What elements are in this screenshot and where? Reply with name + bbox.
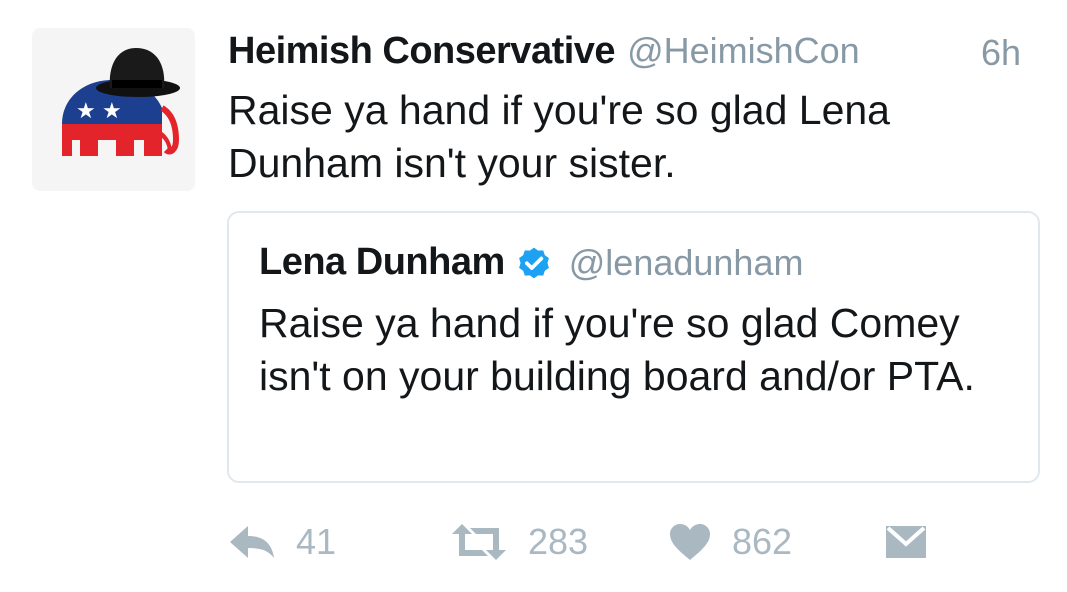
reply-count: 41 <box>296 521 337 562</box>
verified-badge-icon <box>515 244 553 282</box>
envelope-icon <box>886 526 926 558</box>
retweet-count: 283 <box>528 521 589 562</box>
tweet-timestamp[interactable]: 6h <box>981 32 1021 74</box>
quoted-tweet[interactable]: Lena Dunham @lenadunham Raise ya hand if… <box>227 211 1040 483</box>
author-handle[interactable]: @HeimishCon <box>627 30 860 72</box>
republican-elephant-icon: ★ ★ <box>62 48 180 156</box>
quoted-tweet-text: Raise ya hand if you're so glad Comey is… <box>259 300 975 399</box>
retweet-button[interactable]: 283 <box>450 514 588 570</box>
author-display-name[interactable]: Heimish Conservative <box>228 30 616 73</box>
quoted-tweet-header: Lena Dunham @lenadunham <box>259 241 803 284</box>
like-count: 862 <box>732 521 793 562</box>
avatar[interactable]: ★ ★ <box>32 28 195 191</box>
svg-text:★: ★ <box>76 99 96 124</box>
reply-icon <box>230 526 274 558</box>
quoted-author-handle: @lenadunham <box>568 241 804 283</box>
like-button[interactable]: 862 <box>668 514 792 570</box>
tweet-header: Heimish Conservative @HeimishCon 6h <box>228 30 1043 80</box>
svg-text:★: ★ <box>102 99 122 124</box>
retweet-icon <box>452 524 506 560</box>
quoted-author-display-name: Lena Dunham <box>259 241 505 283</box>
direct-message-button[interactable] <box>884 514 928 570</box>
tweet-text: Raise ya hand if you're so glad Lena Dun… <box>228 87 890 186</box>
reply-button[interactable]: 41 <box>228 514 336 570</box>
tweet-actions: 41 283 862 <box>228 514 1028 570</box>
tweet[interactable]: ★ ★ Heimish Conservative @HeimishCon 6h … <box>0 0 1067 592</box>
heart-icon <box>670 524 710 560</box>
